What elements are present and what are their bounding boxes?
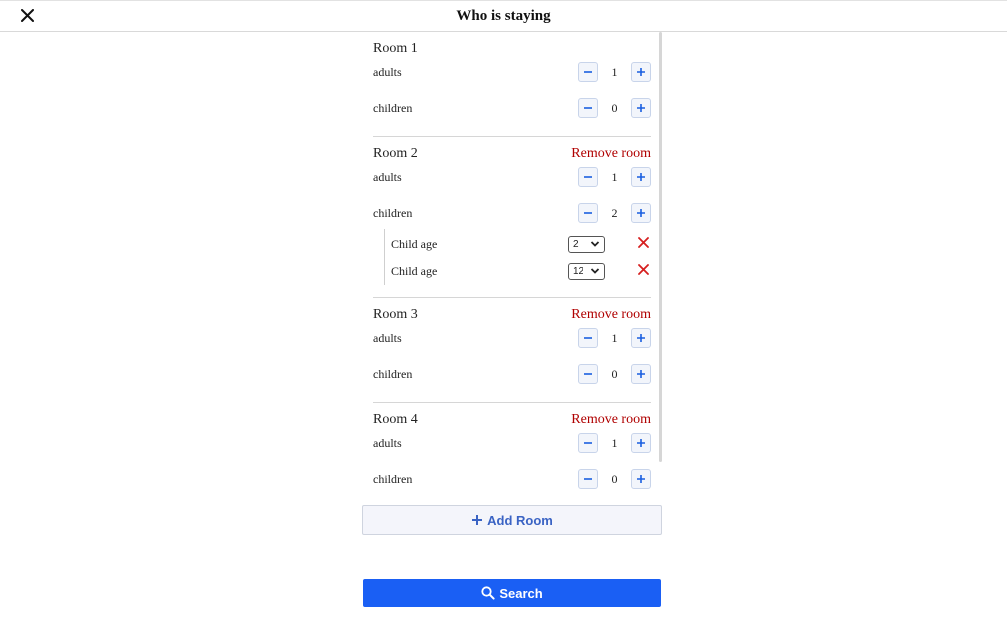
minus-icon	[583, 169, 593, 185]
adults-stepper: 1	[578, 328, 651, 350]
remove-child-button[interactable]	[636, 264, 650, 278]
adults-stepper: 1	[578, 167, 651, 189]
minus-icon	[583, 435, 593, 451]
room-2: Room 2 Remove room adults 1 children 2 Child a…	[373, 136, 651, 297]
child-age-label: Child age	[391, 264, 438, 278]
adults-decrement-button[interactable]	[578, 433, 598, 453]
adults-decrement-button[interactable]	[578, 62, 598, 82]
children-row: children 0	[373, 88, 651, 124]
adults-count: 1	[611, 331, 618, 345]
plus-icon	[636, 471, 646, 487]
minus-icon	[583, 100, 593, 116]
room-header: Room 1	[373, 32, 651, 56]
children-count: 0	[611, 472, 618, 486]
children-label: children	[373, 472, 413, 486]
adults-row: adults 1	[373, 52, 651, 88]
remove-child-button[interactable]	[636, 237, 650, 251]
search-label: Search	[499, 585, 543, 601]
children-decrement-button[interactable]	[578, 469, 598, 489]
adults-increment-button[interactable]	[631, 167, 651, 187]
child-age-label: Child age	[391, 237, 438, 251]
children-label: children	[373, 367, 413, 381]
children-increment-button[interactable]	[631, 364, 651, 384]
dialog-title: Who is staying	[456, 8, 551, 24]
adults-stepper: 1	[578, 62, 651, 84]
chevron-down-icon	[590, 266, 600, 276]
plus-icon	[636, 330, 646, 346]
adults-label: adults	[373, 65, 402, 79]
children-increment-button[interactable]	[631, 469, 651, 489]
plus-icon	[636, 435, 646, 451]
adults-decrement-button[interactable]	[578, 167, 598, 187]
room-3: Room 3 Remove room adults 1 children 0	[373, 297, 651, 402]
child-age-value: 12	[573, 266, 583, 277]
adults-increment-button[interactable]	[631, 328, 651, 348]
minus-icon	[583, 64, 593, 80]
children-stepper: 0	[578, 98, 651, 120]
adults-increment-button[interactable]	[631, 433, 651, 453]
children-decrement-button[interactable]	[578, 364, 598, 384]
child-age-select[interactable]: 12	[568, 263, 605, 280]
add-room-button[interactable]: Add Room	[362, 505, 662, 535]
rooms-list: Room 1 adults 1 children 0 Room 2 Remove room a…	[362, 32, 662, 500]
plus-icon	[636, 205, 646, 221]
adults-row: adults 1	[373, 318, 651, 354]
children-decrement-button[interactable]	[578, 98, 598, 118]
children-count: 0	[611, 101, 618, 115]
search-button[interactable]: Search	[363, 579, 661, 607]
adults-row: adults 1	[373, 423, 651, 459]
search-icon	[481, 586, 495, 600]
room-4: Room 4 Remove room adults 1 children 0	[373, 402, 651, 500]
room-header: Room 3 Remove room	[373, 298, 651, 322]
adults-row: adults 1	[373, 157, 651, 193]
adults-stepper: 1	[578, 433, 651, 455]
children-count: 0	[611, 367, 618, 381]
room-header: Room 2 Remove room	[373, 137, 651, 161]
adults-count: 1	[611, 170, 618, 184]
adults-label: adults	[373, 331, 402, 345]
scrollbar[interactable]	[659, 32, 662, 462]
child-age-value: 2	[573, 239, 579, 250]
children-count: 2	[611, 206, 618, 220]
adults-count: 1	[611, 436, 618, 450]
add-room-label: Add Room	[487, 512, 553, 528]
room-1: Room 1 adults 1 children 0	[373, 32, 651, 136]
plus-icon	[471, 514, 483, 526]
children-row: children 2	[373, 193, 651, 229]
adults-label: adults	[373, 436, 402, 450]
children-stepper: 0	[578, 469, 651, 491]
close-icon	[637, 235, 649, 253]
children-increment-button[interactable]	[631, 98, 651, 118]
children-label: children	[373, 206, 413, 220]
minus-icon	[583, 205, 593, 221]
close-icon	[637, 262, 649, 280]
child-age-row: Child age 12	[385, 258, 651, 285]
chevron-down-icon	[590, 239, 600, 249]
children-decrement-button[interactable]	[578, 203, 598, 223]
child-age-row: Child age 2	[385, 231, 651, 258]
children-row: children 0	[373, 354, 651, 390]
dialog-header: Who is staying	[0, 0, 1007, 32]
children-stepper: 2	[578, 203, 651, 225]
children-increment-button[interactable]	[631, 203, 651, 223]
children-row: children 0	[373, 459, 651, 495]
minus-icon	[583, 471, 593, 487]
adults-count: 1	[611, 65, 618, 79]
plus-icon	[636, 366, 646, 382]
minus-icon	[583, 330, 593, 346]
minus-icon	[583, 366, 593, 382]
adults-decrement-button[interactable]	[578, 328, 598, 348]
child-age-select[interactable]: 2	[568, 236, 605, 253]
plus-icon	[636, 100, 646, 116]
rooms-scroll-panel[interactable]: Room 1 adults 1 children 0 Room 2 Remove room a…	[362, 32, 662, 500]
child-ages-group: Child age 2 Child age 12	[384, 229, 651, 285]
adults-label: adults	[373, 170, 402, 184]
plus-icon	[636, 169, 646, 185]
children-label: children	[373, 101, 413, 115]
children-stepper: 0	[578, 364, 651, 386]
adults-increment-button[interactable]	[631, 62, 651, 82]
plus-icon	[636, 64, 646, 80]
room-header: Room 4 Remove room	[373, 403, 651, 427]
